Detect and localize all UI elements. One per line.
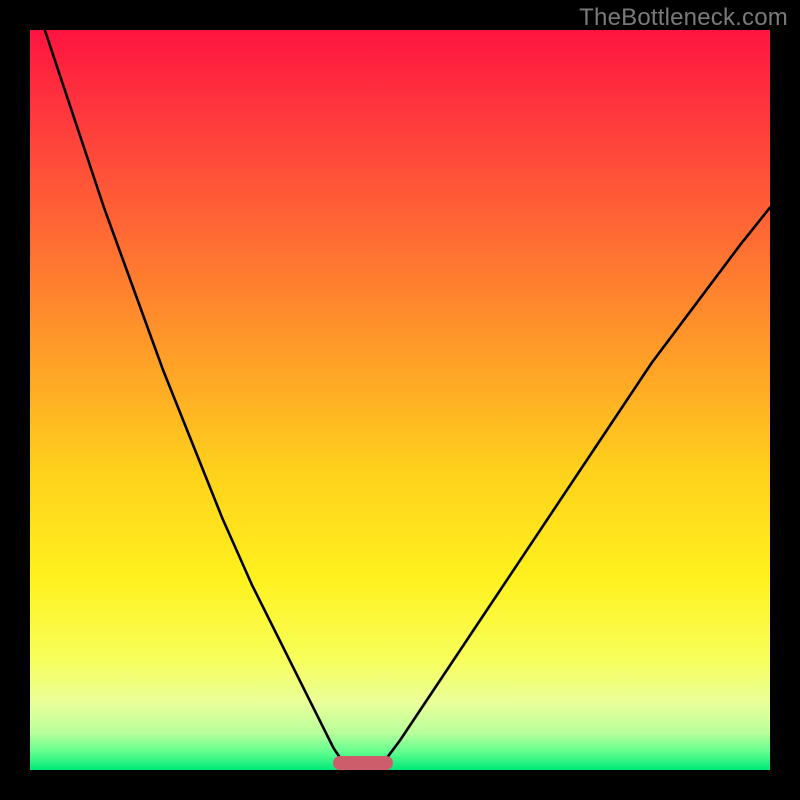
curve-right-branch <box>378 208 770 770</box>
bottleneck-marker <box>333 756 392 770</box>
bottleneck-curve <box>30 30 770 770</box>
chart-frame: TheBottleneck.com <box>0 0 800 800</box>
watermark-text: TheBottleneck.com <box>579 4 788 32</box>
plot-area <box>30 30 770 770</box>
curve-left-branch <box>45 30 348 770</box>
